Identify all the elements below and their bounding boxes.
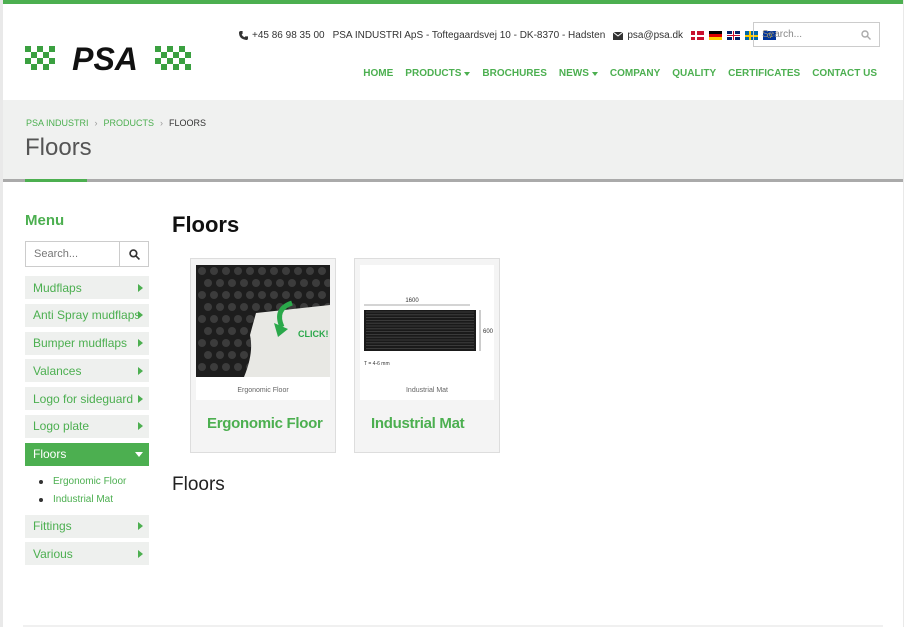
company-address: PSA INDUSTRI ApS - Toftegaardsvej 10 - D…: [332, 30, 606, 41]
page: PSA +45 86 98 35 00 PSA INDUSTRI ApS - T…: [3, 0, 903, 627]
click-badge: CLICK!: [298, 329, 329, 339]
breadcrumb-products[interactable]: PRODUCTS: [104, 118, 155, 128]
nav-news[interactable]: NEWS: [559, 68, 598, 79]
sidebar-item-logo-for-sideguard[interactable]: Logo for sideguard: [25, 387, 149, 411]
psa-logo[interactable]: PSA: [25, 40, 195, 72]
sidebar-submenu: Ergonomic Floor Industrial Mat: [25, 471, 149, 515]
mat-width-label: 1600: [405, 298, 419, 304]
sidebar-item-label: Various: [33, 546, 73, 561]
product-card-industrial-mat[interactable]: 1600 600 T = 4-6 mm Industrial Mat Indus…: [354, 258, 500, 453]
main-nav: HOME PRODUCTS BROCHURES NEWS COMPANY QUALITY C…: [363, 68, 877, 79]
svg-text:PSA: PSA: [72, 41, 138, 72]
sidebar-item-label: Fittings: [33, 519, 72, 534]
chevron-right-icon: [138, 549, 143, 558]
nav-company[interactable]: COMPANY: [610, 68, 660, 79]
nav-label: NEWS: [558, 68, 589, 79]
caret-down-icon: [135, 451, 143, 457]
caret-down-icon: [591, 71, 598, 76]
chevron-right-icon: [138, 522, 143, 531]
product-name-ergonomic-floor[interactable]: Ergonomic Floor: [207, 415, 323, 432]
nav-certificates[interactable]: CERTIFICATES: [728, 68, 800, 79]
search-icon: [128, 248, 140, 260]
sidebar-item-floors[interactable]: Floors: [25, 442, 149, 466]
chevron-right-icon: [138, 394, 143, 403]
phone-icon: [239, 31, 248, 40]
nav-label: BROCHURES: [482, 68, 547, 79]
sidebar-item-mudflaps[interactable]: Mudflaps: [25, 276, 149, 299]
sidebar-subitem-label: Industrial Mat: [53, 494, 114, 506]
sidebar-item-label: Anti Spray mudflaps: [33, 308, 138, 323]
product-image-industrial-mat[interactable]: 1600 600 T = 4-6 mm Industrial Mat: [360, 265, 494, 400]
nav-quality[interactable]: QUALITY: [672, 68, 716, 79]
sidebar-item-label: Logo plate: [33, 419, 90, 434]
breadcrumb-separator: ›: [94, 118, 98, 128]
breadcrumb: PSA INDUSTRI › PRODUCTS › FLOORS: [26, 118, 206, 128]
nav-label: PRODUCTS: [405, 68, 462, 79]
chevron-right-icon: [138, 283, 143, 292]
page-title: Floors: [25, 134, 92, 161]
ergonomic-floor-graphic: CLICK!: [196, 265, 332, 377]
sidebar-item-label: Floors: [33, 447, 67, 462]
nav-label: HOME: [363, 68, 394, 79]
sidebar-item-label: Mudflaps: [33, 280, 82, 295]
mat-thickness-label: T = 4-6 mm: [364, 361, 390, 367]
nav-home[interactable]: HOME: [363, 68, 393, 79]
nav-label: QUALITY: [672, 68, 717, 79]
flag-dk-icon[interactable]: [691, 31, 705, 40]
breadcrumb-home[interactable]: PSA INDUSTRI: [26, 118, 89, 128]
chevron-right-icon: [138, 422, 143, 431]
sidebar-item-bumper-mudflaps[interactable]: Bumper mudflaps: [25, 331, 149, 355]
sidebar-item-label: Valances: [33, 363, 82, 378]
sidebar-title: Menu: [25, 212, 65, 229]
sidebar-item-fittings[interactable]: Fittings: [25, 514, 149, 538]
chevron-right-icon: [138, 311, 143, 320]
sidebar-search-input[interactable]: Search...: [25, 241, 149, 267]
breadcrumb-separator: ›: [160, 118, 164, 128]
sidebar-subitem[interactable]: Ergonomic Floor: [39, 473, 149, 491]
contact-bar: +45 86 98 35 00 PSA INDUSTRI ApS - Tofte…: [239, 30, 777, 41]
sidebar-menu: Mudflaps Anti Spray mudflaps Bumper mudfla…: [25, 276, 149, 570]
chevron-right-icon: [138, 366, 143, 375]
chevron-right-icon: [138, 339, 143, 348]
email-link[interactable]: psa@psa.dk: [627, 30, 683, 41]
product-caption-industrial-mat: Industrial Mat: [405, 387, 449, 394]
nav-products[interactable]: PRODUCTS: [405, 68, 471, 79]
caret-down-icon: [464, 71, 471, 76]
product-name-industrial-mat[interactable]: Industrial Mat: [371, 415, 465, 432]
product-image-ergonomic-floor[interactable]: CLICK! Ergonomic Floor: [196, 265, 332, 400]
title-band: PSA INDUSTRI › PRODUCTS › FLOORS Floors: [3, 100, 903, 182]
nav-label: CERTIFICATES: [728, 68, 801, 79]
search-icon[interactable]: [861, 29, 871, 40]
breadcrumb-current: FLOORS: [169, 118, 207, 128]
content-title: Floors: [172, 212, 240, 237]
sidebar-item-anti-spray-mudflaps[interactable]: Anti Spray mudflaps: [25, 303, 149, 327]
flag-de-icon[interactable]: [709, 31, 723, 40]
nav-label: COMPANY: [609, 68, 661, 79]
nav-brochures[interactable]: BROCHURES: [482, 68, 546, 79]
nav-contact-us[interactable]: CONTACT US: [812, 68, 877, 79]
title-accent-bar: [25, 179, 87, 182]
sidebar-search-button[interactable]: [120, 242, 148, 266]
mail-icon: [613, 31, 624, 40]
product-card-ergonomic-floor[interactable]: CLICK! Ergonomic Floor Ergonomic Floor: [190, 258, 336, 453]
industrial-mat-graphic: 1600 600 T = 4-6 mm: [364, 298, 494, 367]
content-subheading: Floors: [172, 474, 225, 495]
sidebar-item-various[interactable]: Various: [25, 542, 149, 566]
sidebar-search-placeholder: Search...: [26, 242, 120, 266]
sidebar-item-label: Bumper mudflaps: [33, 336, 128, 351]
header-search-placeholder: Search...: [762, 29, 803, 40]
nav-label: CONTACT US: [812, 68, 877, 79]
sidebar-item-logo-plate[interactable]: Logo plate: [25, 414, 149, 438]
header-search-input[interactable]: Search...: [753, 22, 880, 47]
sidebar-subitem-label: Ergonomic Floor: [53, 476, 127, 488]
sidebar-item-label: Logo for sideguard: [33, 391, 134, 406]
phone-number[interactable]: +45 86 98 35 00: [252, 30, 325, 41]
sidebar-subitem[interactable]: Industrial Mat: [39, 491, 149, 509]
sidebar-item-valances[interactable]: Valances: [25, 359, 149, 383]
mat-height-label: 600: [483, 329, 494, 335]
flag-uk-icon[interactable]: [727, 31, 741, 40]
product-caption-ergonomic-floor: Ergonomic Floor: [237, 387, 289, 394]
